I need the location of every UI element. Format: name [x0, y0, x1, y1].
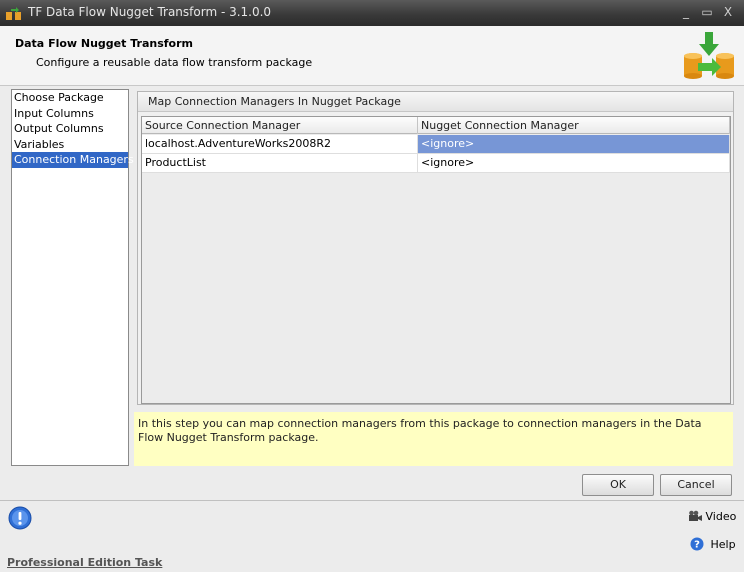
table-row: localhost.AdventureWorks2008R2 <ignore>: [142, 135, 730, 154]
help-label: Help: [710, 538, 736, 551]
panel-title: Map Connection Managers In Nugget Packag…: [138, 92, 733, 112]
close-button[interactable]: X: [718, 3, 738, 21]
nav-item-output-columns[interactable]: Output Columns: [12, 121, 128, 137]
video-camera-icon: [689, 510, 702, 521]
footer-divider: [0, 500, 744, 501]
connection-managers-panel: Map Connection Managers In Nugget Packag…: [137, 91, 734, 405]
dialog-title: Data Flow Nugget Transform: [15, 37, 193, 50]
table-row: ProductList <ignore>: [142, 154, 730, 173]
dialog-header: Data Flow Nugget Transform Configure a r…: [0, 26, 744, 86]
nugget-transform-logo-icon: [684, 32, 734, 79]
step-description: In this step you can map connection mana…: [134, 412, 733, 466]
step-navigation-list: Choose Package Input Columns Output Colu…: [11, 89, 134, 466]
help-link[interactable]: ? Help: [690, 537, 736, 551]
video-link[interactable]: Video: [688, 510, 736, 523]
svg-text:?: ?: [694, 540, 700, 551]
nav-item-connection-managers[interactable]: Connection Managers: [12, 152, 134, 168]
source-connection-cell[interactable]: ProductList: [142, 154, 418, 173]
edition-link[interactable]: Professional Edition Task: [7, 556, 162, 569]
video-label: Video: [705, 510, 737, 523]
grid-header: Source Connection Manager Nugget Connect…: [142, 117, 730, 134]
info-icon[interactable]: [8, 506, 32, 530]
cancel-button[interactable]: Cancel: [660, 474, 732, 496]
nav-item-variables[interactable]: Variables: [12, 137, 128, 153]
help-icon: ?: [690, 537, 704, 551]
dialog-subtitle: Configure a reusable data flow transform…: [36, 56, 313, 69]
column-header-source[interactable]: Source Connection Manager: [142, 117, 418, 134]
ok-button[interactable]: OK: [582, 474, 654, 496]
column-header-nugget[interactable]: Nugget Connection Manager: [418, 117, 730, 134]
source-connection-cell[interactable]: localhost.AdventureWorks2008R2: [142, 135, 418, 154]
nugget-connection-select[interactable]: <ignore>: [418, 135, 730, 154]
title-bar: TF Data Flow Nugget Transform - 3.1.0.0 …: [0, 0, 744, 26]
nugget-connection-select[interactable]: <ignore>: [418, 154, 730, 173]
app-icon: [6, 7, 21, 20]
connection-mapping-grid: Source Connection Manager Nugget Connect…: [141, 116, 731, 404]
window-title: TF Data Flow Nugget Transform - 3.1.0.0: [28, 5, 272, 19]
nav-item-choose-package[interactable]: Choose Package: [12, 90, 128, 106]
maximize-button[interactable]: ▭: [697, 3, 717, 21]
nav-item-input-columns[interactable]: Input Columns: [12, 106, 128, 122]
minimize-button[interactable]: _: [676, 3, 696, 21]
